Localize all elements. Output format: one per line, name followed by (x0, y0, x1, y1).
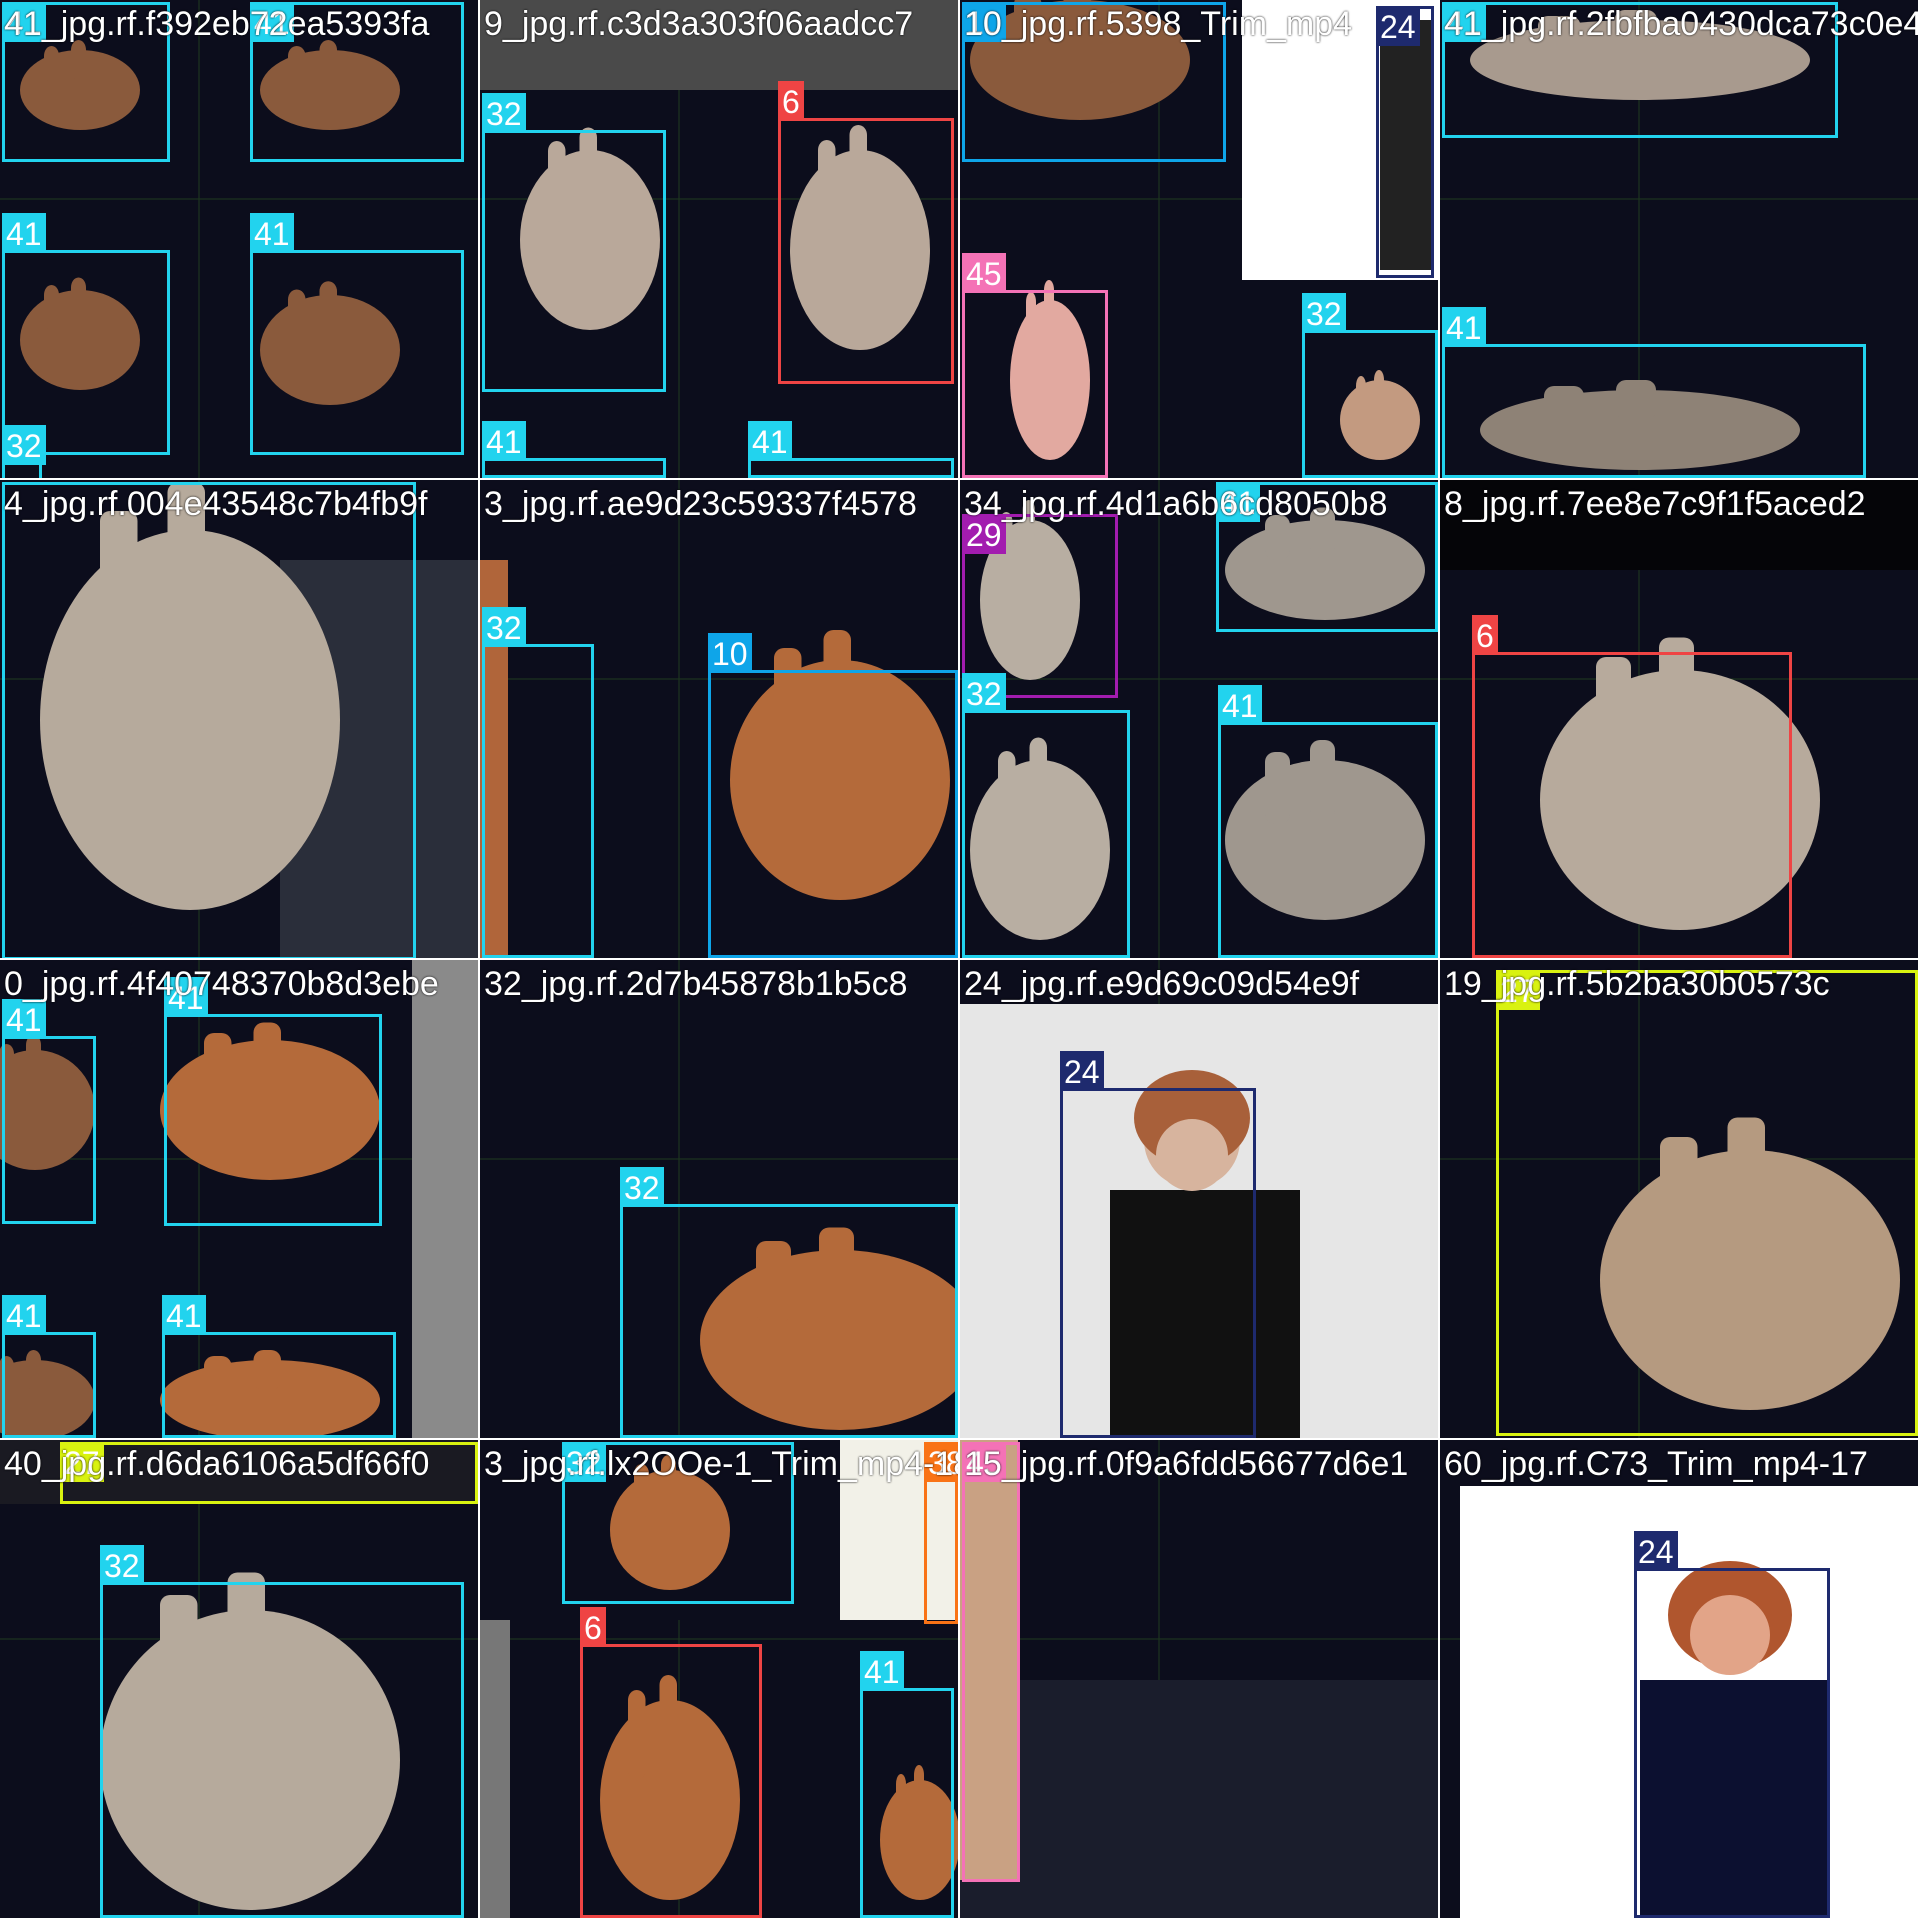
class-label: 32 (562, 1442, 606, 1482)
class-label: 41 (482, 421, 526, 461)
class-label: 24 (1376, 6, 1420, 46)
bounding-box: 45 (962, 1442, 1020, 1882)
class-label: 41 (2, 213, 46, 253)
bounding-box: 6 (580, 1607, 762, 1918)
bounding-box: 41 (1216, 482, 1438, 632)
bounding-box: 41 (250, 213, 464, 455)
mosaic-tile: 32 10 3_jpg.rf.ae9d23c59337f4578 (480, 480, 958, 958)
bounding-box: 24 (1060, 1051, 1256, 1438)
grey-strip (412, 960, 478, 1438)
class-label: 6 (580, 1607, 606, 1647)
photo-top-band (1440, 480, 1918, 570)
mosaic-tile: 24 60_jpg.rf.C73_Trim_mp4-17 (1440, 1440, 1918, 1918)
bounding-box: 41 (1442, 307, 1866, 478)
bounding-box: 32 (2, 425, 46, 478)
class-label: 41 (250, 213, 294, 253)
photo-top-band (1440, 1440, 1918, 1486)
mosaic-tile: 24 24_jpg.rf.e9d69c09d54e9f (960, 960, 1438, 1438)
mosaic-tile: 41 41 41 41 0_jpg.rf.4f40748370b8d3ebe (0, 960, 478, 1438)
class-label: 41 (748, 421, 792, 461)
bounding-box: 32 (962, 673, 1130, 958)
mosaic-tile: 32 38 6 41 3_jpg.rf.lx2OOe-1_Trim_mp4-18 (480, 1440, 958, 1918)
bounding-box: 38 (924, 1442, 958, 1624)
class-label: 41 (1218, 685, 1262, 725)
bounding-box: 45 (962, 253, 1108, 478)
bounding-box: 41 (482, 421, 666, 478)
bounding-box: 6 (778, 81, 954, 384)
class-label: 10 (962, 2, 1006, 42)
bounding-box: 32 (100, 1545, 464, 1918)
bounding-box: 32 (482, 93, 666, 392)
bounding-box: 24 (1634, 1531, 1830, 1918)
class-label: 32 (1302, 293, 1346, 333)
mosaic-tile: 41 41 41 41 32 41_jpg.rf.f392eb72ea5393fa (0, 0, 478, 478)
mosaic-tile: 29 41 32 41 34_jpg.rf.4d1a6b6cd8050b8 (960, 480, 1438, 958)
class-label: 41 (2, 1295, 46, 1335)
class-label: 32 (482, 607, 526, 647)
bounding-box: 27 (1496, 970, 1918, 1436)
mosaic-tile: 27 32 40_jpg.rf.d6da6106a5df66f0 (0, 1440, 478, 1918)
bounding-box: 41 (1218, 685, 1438, 958)
bounding-box: 24 (1376, 6, 1434, 278)
bounding-box: 41 (250, 2, 464, 162)
bounding-box: 10 (708, 633, 958, 958)
bounding-box: 41 (2, 1295, 96, 1438)
mosaic-tile: 27 19_jpg.rf.5b2ba30b0573c (1440, 960, 1918, 1438)
mosaic-tile: 32 6 41 41 9_jpg.rf.c3d3a303f06aadcc7 (480, 0, 958, 478)
bounding-box: 41 (1442, 2, 1838, 138)
class-label: 41 (164, 977, 208, 1017)
bounding-box: 41 (2, 999, 96, 1224)
bounding-box (2, 482, 416, 958)
class-label: 41 (1216, 482, 1260, 522)
class-label: 27 (60, 1442, 104, 1482)
class-label: 41 (250, 2, 294, 42)
class-label: 41 (2, 999, 46, 1039)
class-label: 10 (708, 633, 752, 673)
tile-photo (960, 1440, 1438, 1918)
bounding-box: 32 (562, 1442, 794, 1604)
class-label: 41 (2, 2, 46, 42)
class-label: 6 (1472, 615, 1498, 655)
bounding-box: 32 (620, 1167, 958, 1438)
class-label: 24 (1060, 1051, 1104, 1091)
fabric (960, 1680, 1438, 1918)
bounding-box: 27 (60, 1442, 478, 1504)
bounding-box: 41 (748, 421, 954, 478)
class-label: 41 (1442, 307, 1486, 347)
class-label: 32 (100, 1545, 144, 1585)
bounding-box: 32 (1302, 293, 1438, 478)
bounding-box: 41 (162, 1295, 396, 1438)
class-label: 41 (162, 1295, 206, 1335)
class-label: 45 (962, 253, 1006, 293)
grey-strip (480, 1620, 510, 1918)
mosaic-tile: 45 15_jpg.rf.0f9a6fdd56677d6e1 (960, 1440, 1438, 1918)
bounding-box: 29 (962, 514, 1118, 698)
class-label: 6 (778, 81, 804, 121)
mosaic-grid: 41 41 41 41 32 41_jpg.rf.f392eb72ea5393fa 32 6 4… (0, 0, 1920, 1920)
class-label: 32 (962, 673, 1006, 713)
class-label: 32 (482, 93, 526, 133)
bounding-box: 41 (2, 2, 170, 162)
bounding-box: 6 (1472, 615, 1792, 958)
class-label: 38 (924, 1442, 958, 1482)
class-label: 24 (1634, 1531, 1678, 1571)
bounding-box: 41 (164, 977, 382, 1226)
class-label: 32 (2, 425, 46, 465)
mosaic-tile: 10 24 45 32 10_jpg.rf.5398_Trim_mp4 (960, 0, 1438, 478)
class-label: 41 (860, 1651, 904, 1691)
bounding-box: 41 (860, 1651, 954, 1918)
class-label: 32 (620, 1167, 664, 1207)
mosaic-tile: 4_jpg.rf.004e43548c7b4fb9f (0, 480, 478, 958)
photo-top-band (480, 0, 958, 90)
class-label: 27 (1496, 970, 1540, 1010)
bounding-box: 32 (482, 607, 594, 958)
class-label: 29 (962, 514, 1006, 554)
mosaic-tile: 32 32_jpg.rf.2d7b45878b1b5c8 (480, 960, 958, 1438)
mosaic-tile: 6 8_jpg.rf.7ee8e7c9f1f5aced2 (1440, 480, 1918, 958)
class-label: 45 (962, 1442, 1006, 1482)
mosaic-tile: 41 41 41_jpg.rf.2fbfba0430dca73c0e4 (1440, 0, 1918, 478)
bounding-box: 10 (962, 2, 1226, 162)
class-label: 41 (1442, 2, 1486, 42)
